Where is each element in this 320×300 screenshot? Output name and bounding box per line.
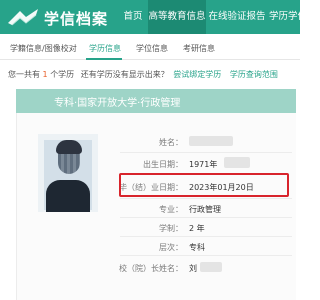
- student-photo: [38, 134, 98, 212]
- name-label: 姓名：: [159, 138, 183, 147]
- tab-postgraduate-info[interactable]: 考研信息: [183, 43, 215, 54]
- active-tab-indicator: [86, 58, 122, 60]
- duration-label: 学制：: [159, 224, 183, 233]
- row-divider: [120, 198, 292, 199]
- tab-degree-info[interactable]: 学位信息: [136, 43, 168, 54]
- row-divider: [120, 255, 292, 256]
- top-navigation-bar: 学信档案 首页 高等教育信息 在线验证报告 学历学位: [0, 0, 307, 34]
- level-value: 专科: [189, 243, 205, 252]
- nav-higher-education-info[interactable]: 高等教育信息: [148, 0, 206, 34]
- level-label: 层次：: [159, 243, 183, 252]
- row-divider: [120, 217, 292, 218]
- nav-home[interactable]: 首页: [118, 0, 148, 34]
- birth-date-value: 1971年: [189, 160, 218, 169]
- summary-prefix: 您一共有: [8, 70, 40, 79]
- site-title[interactable]: 学信档案: [44, 8, 108, 29]
- major-value: 行政管理: [189, 205, 221, 214]
- major-label: 专业：: [159, 205, 183, 214]
- row-divider: [120, 236, 292, 237]
- bind-record-link[interactable]: 尝试绑定学历: [173, 70, 221, 79]
- photo-body: [46, 180, 90, 212]
- summary-question: 还有学历没有显示出来？: [80, 70, 169, 79]
- duration-value: 2 年: [189, 224, 205, 233]
- principal-name-label: 校（院）长姓名：: [119, 264, 183, 273]
- principal-name-value: 刘: [189, 264, 197, 273]
- graduation-date-highlight-box: [119, 173, 289, 197]
- record-banner-title: 专科·国家开放大学·行政管理: [54, 98, 181, 109]
- birth-date-label: 出生日期：: [143, 160, 183, 169]
- tab-education-info[interactable]: 学历信息: [89, 43, 121, 54]
- sub-tab-bar: 学籍信息/图像校对 学历信息 学位信息 考研信息: [0, 36, 300, 60]
- birth-date-redacted: [224, 157, 250, 168]
- principal-name-redacted: [200, 262, 222, 272]
- query-range-link[interactable]: 学历查询范围: [230, 70, 278, 79]
- record-banner[interactable]: 专科·国家开放大学·行政管理: [16, 89, 296, 113]
- name-value-redacted: [189, 136, 233, 146]
- row-divider: [120, 152, 292, 153]
- summary-middle: 个学历: [50, 70, 75, 79]
- record-summary: 您一共有 1 个学历 还有学历没有显示出来？ 尝试绑定学历 学历查询范围: [8, 69, 278, 80]
- nav-online-verification-report[interactable]: 在线验证报告: [206, 0, 268, 34]
- book-logo-icon: [8, 9, 38, 26]
- tab-student-status[interactable]: 学籍信息/图像校对: [10, 43, 77, 54]
- record-count: 1: [42, 70, 48, 79]
- photo-hair: [56, 140, 82, 154]
- nav-degree[interactable]: 学历学位: [268, 0, 308, 34]
